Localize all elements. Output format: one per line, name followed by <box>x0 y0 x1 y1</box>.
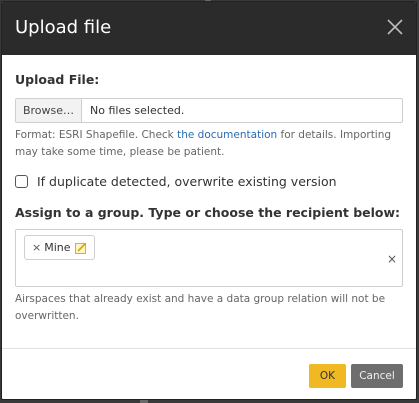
format-hint: Format: ESRI Shapefile. Check the docume… <box>15 127 403 161</box>
group-tag-label: Mine <box>44 241 71 254</box>
cancel-button[interactable]: Cancel <box>351 364 403 388</box>
file-status-text: No files selected. <box>90 104 185 117</box>
assign-group-label: Assign to a group. Type or choose the re… <box>15 205 401 220</box>
overwrite-checkbox[interactable] <box>15 175 28 188</box>
upload-file-label: Upload File: <box>15 72 100 87</box>
tag-remove-icon[interactable]: × <box>32 241 41 254</box>
file-input[interactable]: Browse… No files selected. <box>15 98 403 123</box>
edit-icon[interactable] <box>74 242 87 254</box>
format-hint-prefix: Format: ESRI Shapefile. Check <box>15 129 178 141</box>
browse-button[interactable]: Browse… <box>16 99 82 122</box>
dialog-header: Upload file <box>2 2 416 55</box>
clear-tags-icon[interactable]: × <box>387 252 397 266</box>
group-tag-input[interactable]: × Mine × <box>15 229 403 287</box>
documentation-link[interactable]: the documentation <box>177 129 277 141</box>
group-tag: × Mine <box>24 235 95 260</box>
airspace-hint: Airspaces that already exist and have a … <box>15 293 386 322</box>
ok-button[interactable]: OK <box>309 364 346 388</box>
dialog-title: Upload file <box>15 17 112 38</box>
close-icon[interactable] <box>384 16 406 38</box>
upload-dialog: Upload file Upload File: Browse… No file… <box>1 1 417 400</box>
overwrite-row: If duplicate detected, overwrite existin… <box>15 174 337 189</box>
overwrite-label[interactable]: If duplicate detected, overwrite existin… <box>37 174 337 189</box>
dialog-footer: OK Cancel <box>2 348 416 399</box>
